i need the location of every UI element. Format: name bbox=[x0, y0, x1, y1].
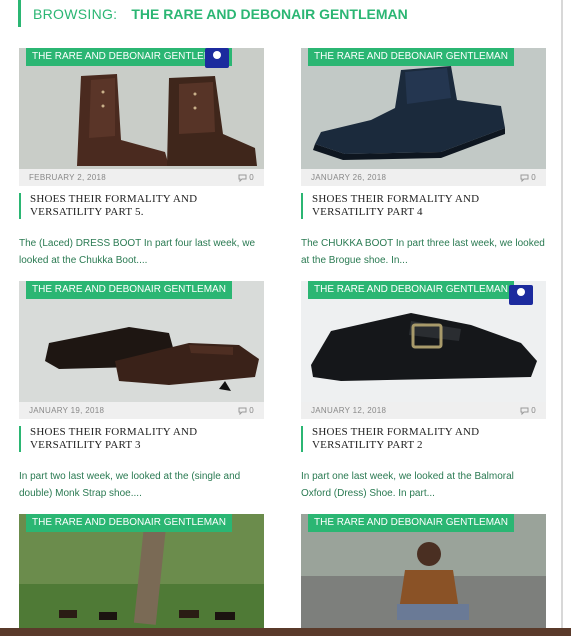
chukka-boot-image bbox=[301, 48, 546, 169]
category-badge[interactable]: THE RARE AND DEBONAIR GENTLEMAN bbox=[308, 48, 514, 66]
post-excerpt: The CHUKKA BOOT In part three last week,… bbox=[301, 238, 545, 266]
post-card[interactable]: THE RARE AND DEBONAIR GENTLEMAN JANUARY … bbox=[301, 48, 546, 269]
post-card[interactable]: THE RARE AND DEBONAIR GENTLEMAN bbox=[301, 514, 546, 628]
post-excerpt: In part two last week, we looked at the … bbox=[19, 471, 241, 499]
category-badge[interactable]: THE RARE AND DEBONAIR GENTLEMAN bbox=[26, 514, 232, 532]
post-thumbnail[interactable]: THE RARE AND DEBONAIR GENTLEMAN bbox=[19, 514, 264, 628]
post-card[interactable]: THE RARE AND DEBONAIR GENTLEMAN JANUARY … bbox=[19, 281, 264, 502]
post-thumbnail[interactable]: THE RARE AND DEBONAIR GENTLEMAN bbox=[301, 514, 546, 628]
site-logo-icon bbox=[509, 285, 533, 305]
browsing-label: BROWSING: bbox=[33, 5, 118, 22]
category-badge[interactable]: THE RARE AND DEBONAIR GENTLEMAN bbox=[26, 281, 232, 299]
post-title[interactable]: SHOES THEIR FORMALITY AND VERSATILITY PA… bbox=[301, 193, 546, 219]
comment-count[interactable]: 0 bbox=[520, 173, 536, 182]
comment-bubble-icon bbox=[520, 174, 529, 182]
post-thumbnail[interactable]: THE RARE AND DEBONAIR GENTLEMAN bbox=[19, 48, 264, 169]
post-date: FEBRUARY 2, 2018 bbox=[29, 173, 106, 182]
post-meta: FEBRUARY 2, 2018 0 bbox=[19, 169, 264, 186]
post-title[interactable]: SHOES THEIR FORMALITY AND VERSATILITY PA… bbox=[301, 426, 546, 452]
comment-count-value: 0 bbox=[531, 406, 536, 415]
comment-bubble-icon bbox=[238, 174, 247, 182]
post-meta: JANUARY 12, 2018 0 bbox=[301, 402, 546, 419]
browsing-header: BROWSING: THE RARE AND DEBONAIR GENTLEMA… bbox=[18, 0, 546, 27]
comment-count-value: 0 bbox=[249, 406, 254, 415]
post-meta: JANUARY 26, 2018 0 bbox=[301, 169, 546, 186]
category-badge[interactable]: THE RARE AND DEBONAIR GENTLEMAN bbox=[308, 281, 514, 299]
post-date: JANUARY 26, 2018 bbox=[311, 173, 387, 182]
post-excerpt: In part one last week, we looked at the … bbox=[301, 471, 514, 499]
post-date: JANUARY 12, 2018 bbox=[311, 406, 387, 415]
category-badge[interactable]: THE RARE AND DEBONAIR GENTLEMAN bbox=[26, 48, 232, 66]
comment-count[interactable]: 0 bbox=[238, 173, 254, 182]
post-title[interactable]: SHOES THEIR FORMALITY AND VERSATILITY PA… bbox=[19, 193, 264, 219]
comment-count-value: 0 bbox=[249, 173, 254, 182]
site-logo-icon bbox=[205, 48, 229, 68]
post-date: JANUARY 19, 2018 bbox=[29, 406, 105, 415]
scrollbar-edge bbox=[561, 0, 563, 636]
comment-count[interactable]: 0 bbox=[520, 406, 536, 415]
post-title[interactable]: SHOES THEIR FORMALITY AND VERSATILITY PA… bbox=[19, 426, 264, 452]
comment-count[interactable]: 0 bbox=[238, 406, 254, 415]
browsing-category: THE RARE AND DEBONAIR GENTLEMAN bbox=[131, 5, 408, 22]
taskbar-strip bbox=[0, 628, 571, 636]
comment-bubble-icon bbox=[238, 407, 247, 415]
post-thumbnail[interactable]: THE RARE AND DEBONAIR GENTLEMAN bbox=[19, 281, 264, 402]
post-meta: JANUARY 19, 2018 0 bbox=[19, 402, 264, 419]
post-card[interactable]: THE RARE AND DEBONAIR GENTLEMAN bbox=[19, 514, 264, 628]
comment-bubble-icon bbox=[520, 407, 529, 415]
post-thumbnail[interactable]: THE RARE AND DEBONAIR GENTLEMAN bbox=[301, 281, 546, 402]
comment-count-value: 0 bbox=[531, 173, 536, 182]
brogue-shoe-image bbox=[19, 281, 264, 402]
post-card[interactable]: THE RARE AND DEBONAIR GENTLEMAN JANUARY … bbox=[301, 281, 546, 502]
category-badge[interactable]: THE RARE AND DEBONAIR GENTLEMAN bbox=[308, 514, 514, 532]
post-thumbnail[interactable]: THE RARE AND DEBONAIR GENTLEMAN bbox=[301, 48, 546, 169]
post-excerpt: The (Laced) DRESS BOOT In part four last… bbox=[19, 238, 256, 266]
post-card[interactable]: THE RARE AND DEBONAIR GENTLEMAN FEBRUARY… bbox=[19, 48, 264, 269]
